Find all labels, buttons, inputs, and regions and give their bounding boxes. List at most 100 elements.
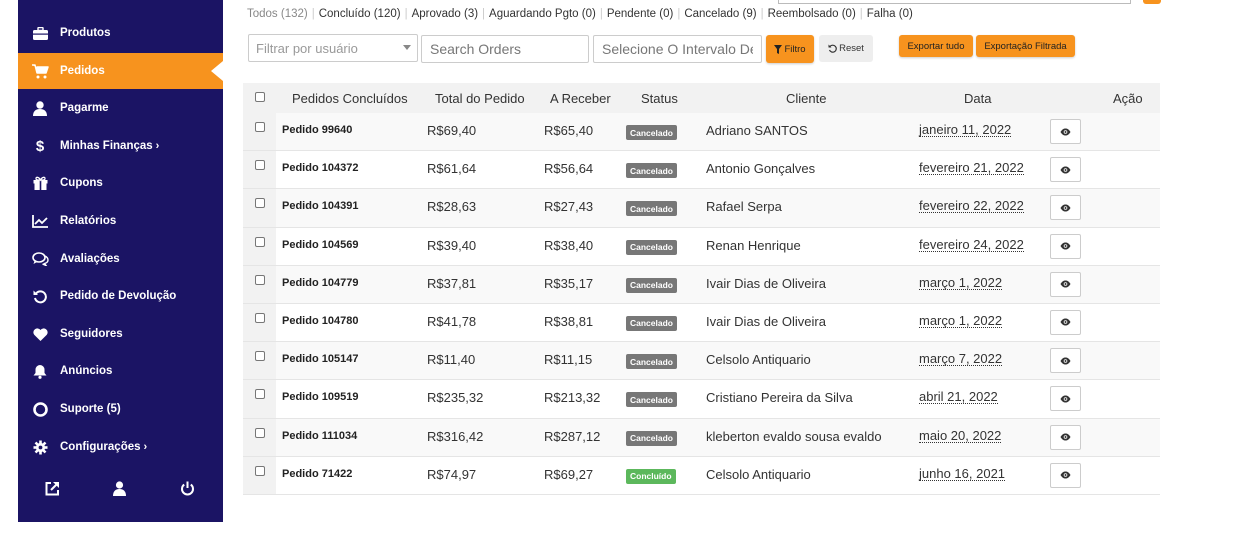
order-link[interactable]: Pedido 104569 [282,239,358,251]
undo-icon [31,287,49,305]
sidebar-item-cupons[interactable]: Cupons [18,165,223,201]
order-total: R$11,40 [427,352,476,368]
filter-todos[interactable]: Todos (132) [247,8,308,20]
date-range-input[interactable] [593,35,762,63]
order-client: Renan Henrique [706,237,801,253]
order-receive: R$35,17 [544,275,594,291]
order-receive: R$11,15 [544,352,593,368]
status-badge: Cancelado [626,315,677,331]
chevron-right-icon: › [155,140,160,152]
filter-icon [774,44,783,54]
filter-cancelado[interactable]: Cancelado (9) [684,8,756,20]
filter-reembolsado[interactable]: Reembolsado (0) [768,8,856,20]
status-badge: Cancelado [626,392,677,408]
filter-aguardando-pgto[interactable]: Aguardando Pgto (0) [489,8,596,20]
sidebar-item-pedidos[interactable]: Pedidos [18,53,223,89]
view-order-button[interactable] [1050,386,1081,412]
column-header-client[interactable]: Cliente [786,91,826,106]
sidebar-item-avaliacoes[interactable]: Avaliações [18,241,223,277]
order-client: Antonio Gonçalves [706,161,816,177]
order-link[interactable]: Pedido 104372 [282,162,358,174]
sidebar-item-suporte[interactable]: Suporte (5) [18,391,223,427]
divider: | [760,8,764,20]
column-header-status[interactable]: Status [641,91,678,106]
user-icon[interactable] [109,476,129,500]
column-header-order[interactable]: Pedidos Concluídos [292,91,408,106]
sidebar-item-minhas-financas[interactable]: $ Minhas Finanças › [18,128,223,164]
order-total: R$74,97 [427,466,477,482]
order-total: R$316,42 [427,428,484,444]
view-order-button[interactable] [1050,271,1081,297]
row-checkbox[interactable] [255,122,265,132]
row-checkbox[interactable] [255,198,265,209]
sidebar-item-configuracoes[interactable]: Configurações › [18,429,223,465]
power-icon[interactable] [177,476,197,500]
view-order-button[interactable] [1050,309,1081,335]
order-date: abril 21, 2022 [919,389,998,405]
view-order-button[interactable] [1050,195,1081,221]
order-link[interactable]: Pedido 71422 [282,468,352,480]
select-all-checkbox[interactable] [255,92,265,102]
row-checkbox[interactable] [255,312,265,323]
export-all-button[interactable]: Exportar tudo [899,35,973,57]
sidebar-item-pagarme[interactable]: Pagarme [18,90,223,126]
order-link[interactable]: Pedido 104780 [282,315,358,327]
table-row: Pedido 104779 R$37,81 R$35,17 Cancelado … [243,265,1160,304]
search-input[interactable] [421,35,589,63]
sidebar-item-produtos[interactable]: Produtos [18,15,223,51]
sidebar-item-label: Minhas Finanças [60,140,153,152]
status-badge: Cancelado [626,163,677,179]
order-link[interactable]: Pedido 99640 [282,124,352,136]
order-link[interactable]: Pedido 104779 [282,277,358,289]
top-search-button[interactable] [1143,0,1161,4]
row-checkbox[interactable] [255,465,265,476]
user-icon [31,99,49,117]
status-badge: Cancelado [626,201,677,217]
sidebar-item-relatorios[interactable]: Relatórios [18,203,223,239]
view-order-button[interactable] [1050,348,1081,374]
status-badge: Cancelado [626,277,677,293]
user-filter-select[interactable]: Filtrar por usuário [248,34,418,62]
reset-button-label: Reset [839,43,864,54]
column-header-receive[interactable]: A Receber [550,91,611,106]
filter-falha[interactable]: Falha (0) [867,8,913,20]
order-total: R$69,40 [427,123,477,138]
top-search-field[interactable] [778,0,1131,4]
row-checkbox[interactable] [255,389,265,400]
row-checkbox[interactable] [255,160,265,171]
external-link-icon[interactable] [42,476,62,500]
reset-button[interactable]: Reset [819,35,873,62]
order-receive: R$65,40 [544,123,594,138]
export-filtered-button[interactable]: Exportação Filtrada [976,35,1075,57]
sidebar-item-pedido-de-devolucao[interactable]: Pedido de Devolução [18,278,223,314]
view-order-button[interactable] [1050,424,1081,450]
filter-concluido[interactable]: Concluído (120) [319,8,401,20]
filter-aprovado[interactable]: Aprovado (3) [412,8,478,20]
row-checkbox[interactable] [255,351,265,362]
order-date: fevereiro 22, 2022 [919,198,1024,214]
orders-table: Pedidos Concluídos Total do Pedido A Rec… [243,83,1160,495]
view-order-button[interactable] [1050,119,1081,144]
column-header-date[interactable]: Data [964,91,991,106]
row-checkbox[interactable] [255,427,265,438]
user-filter-placeholder: Filtrar por usuário [256,41,358,56]
sidebar-item-seguidores[interactable]: Seguidores [18,316,223,352]
status-badge: Concluído [626,468,676,484]
view-order-button[interactable] [1050,233,1081,259]
sidebar-item-anuncios[interactable]: Anúncios [18,353,223,389]
order-link[interactable]: Pedido 104391 [282,200,358,212]
order-client: Rafael Serpa [706,199,782,215]
column-header-total[interactable]: Total do Pedido [435,91,525,106]
row-checkbox[interactable] [255,274,265,285]
filter-pendente[interactable]: Pendente (0) [607,8,674,20]
order-date: junho 16, 2021 [919,465,1006,481]
row-checkbox[interactable] [255,236,265,247]
order-total: R$61,64 [427,161,477,177]
order-link[interactable]: Pedido 111034 [282,430,357,442]
filter-button[interactable]: Filtro [766,35,814,63]
order-link[interactable]: Pedido 109519 [282,391,358,403]
order-total: R$41,78 [427,313,477,329]
order-link[interactable]: Pedido 105147 [282,353,358,365]
view-order-button[interactable] [1050,157,1081,183]
view-order-button[interactable] [1050,462,1081,488]
